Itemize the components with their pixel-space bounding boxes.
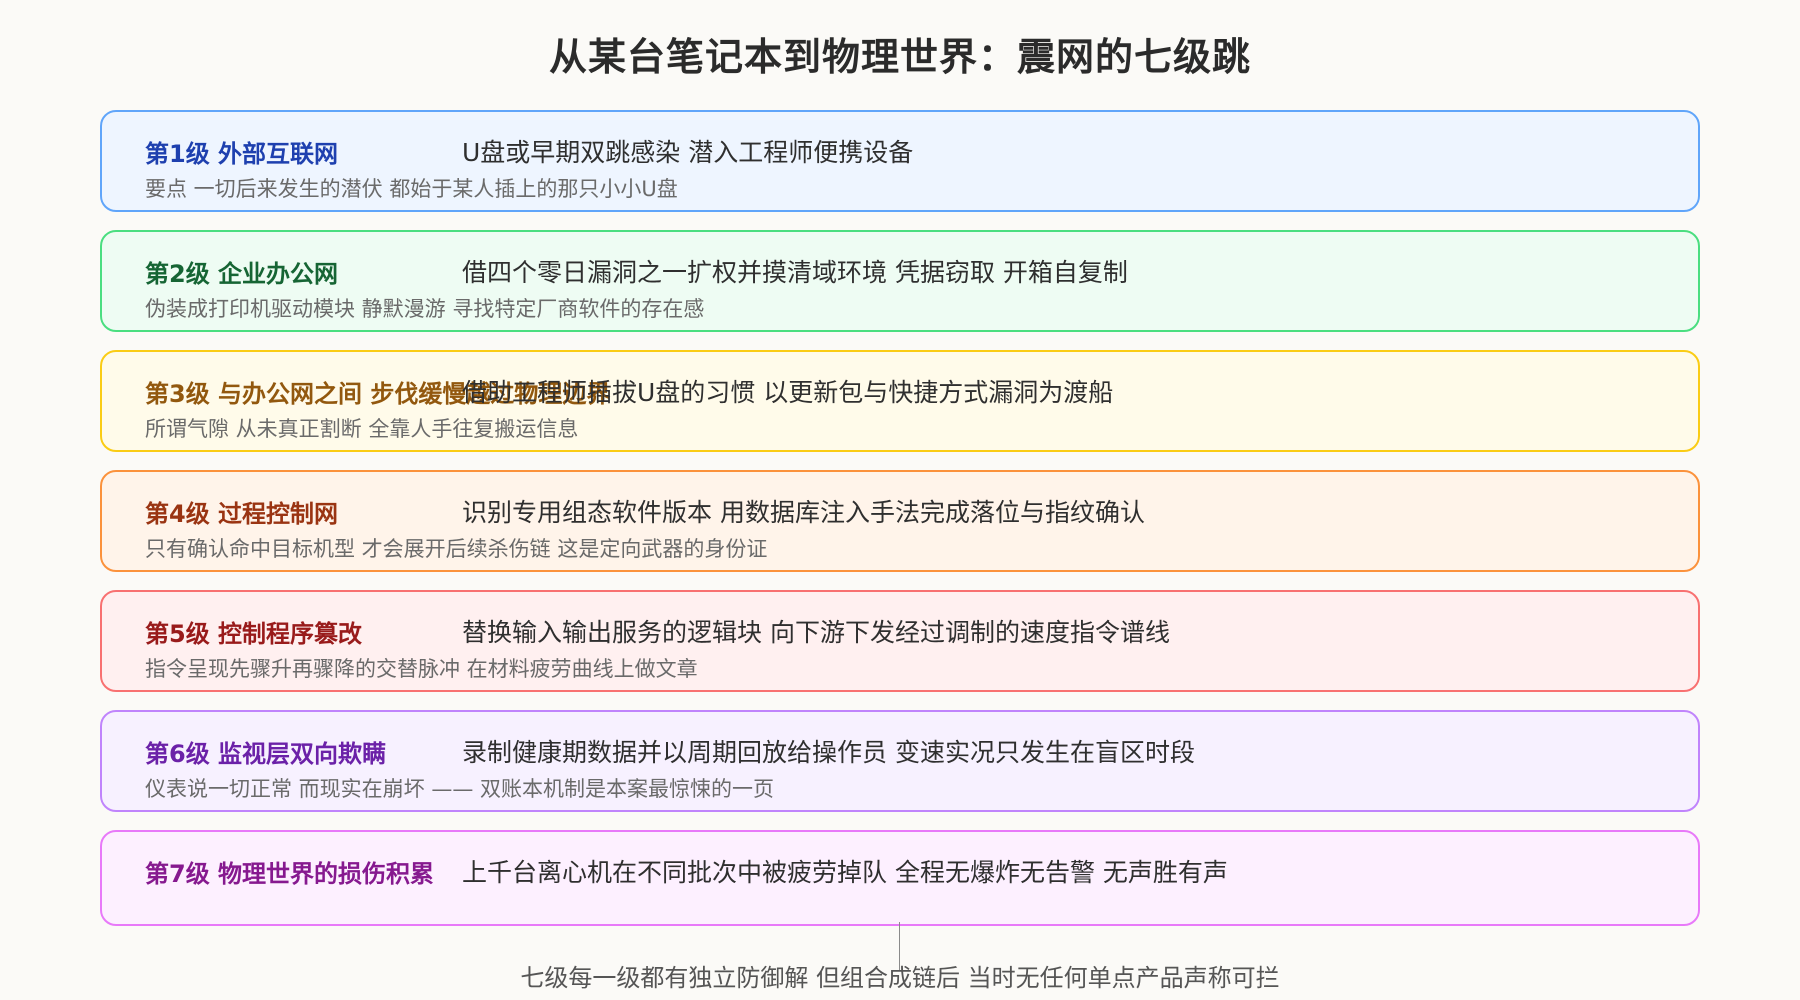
stage-note: 指令呈现先骤升再骤降的交替脉冲 在材料疲劳曲线上做文章 (145, 657, 698, 681)
stage-note: 伪装成打印机驱动模块 静默漫游 寻找特定厂商软件的存在感 (145, 297, 705, 321)
stage-1: 第1级 外部互联网 U盘或早期双跳感染 潜入工程师便携设备要点 一切后来发生的潜伏… (100, 110, 1700, 212)
stage-description: 识别专用组态软件版本 用数据库注入手法完成落位与指纹确认 (462, 498, 1145, 527)
stage-note: 所谓气隙 从未真正割断 全靠人手往复搬运信息 (145, 417, 579, 441)
stage-description: 借助工程师插拔U盘的习惯 以更新包与快捷方式漏洞为渡船 (462, 378, 1114, 407)
stage-description: 借四个零日漏洞之一扩权并摸清域环境 凭据窃取 开箱自复制 (462, 258, 1128, 287)
stage-description: U盘或早期双跳感染 潜入工程师便携设备 (462, 138, 914, 167)
stage-description: 上千台离心机在不同批次中被疲劳掉队 全程无爆炸无告警 无声胜有声 (462, 858, 1228, 887)
stage-description: 录制健康期数据并以周期回放给操作员 变速实况只发生在盲区时段 (462, 738, 1195, 767)
stage-2: 第2级 企业办公网 借四个零日漏洞之一扩权并摸清域环境 凭据窃取 开箱自复制伪装成… (100, 230, 1700, 332)
stage-title: 第2级 企业办公网 (145, 260, 339, 288)
stage-title: 第5级 控制程序篡改 (145, 620, 363, 648)
stage-note: 仪表说一切正常 而现实在崩坏 —— 双账本机制是本案最惊悚的一页 (145, 777, 775, 801)
stage-title: 第7级 物理世界的损伤积累 (145, 860, 435, 888)
stage-note: 要点 一切后来发生的潜伏 都始于某人插上的那只小小U盘 (145, 177, 678, 201)
stage-7: 第7级 物理世界的损伤积累 上千台离心机在不同批次中被疲劳掉队 全程无爆炸无告警 … (100, 830, 1700, 926)
stage-title: 第6级 监视层双向欺瞒 (145, 740, 387, 768)
footer-summary: 七级每一级都有独立防御解 但组合成链后 当时无任何单点产品声称可拦 (520, 964, 1280, 992)
stage-4: 第4级 过程控制网 识别专用组态软件版本 用数据库注入手法完成落位与指纹确认只有确… (100, 470, 1700, 572)
stage-5: 第5级 控制程序篡改 替换输入输出服务的逻辑块 向下游下发经过调制的速度指令谱线指… (100, 590, 1700, 692)
page-title: 从某台笔记本到物理世界：震网的七级跳 (548, 35, 1251, 79)
stage-3: 第3级 与办公网之间 步伐缓慢越过物理边界 借助工程师插拔U盘的习惯 以更新包与快… (100, 350, 1700, 452)
stage-title: 第4级 过程控制网 (145, 500, 339, 528)
stage-note: 只有确认命中目标机型 才会展开后续杀伤链 这是定向武器的身份证 (145, 537, 768, 561)
stage-description: 替换输入输出服务的逻辑块 向下游下发经过调制的速度指令谱线 (462, 618, 1170, 647)
stage-6: 第6级 监视层双向欺瞒 录制健康期数据并以周期回放给操作员 变速实况只发生在盲区时… (100, 710, 1700, 812)
stage-title: 第1级 外部互联网 (145, 140, 339, 168)
